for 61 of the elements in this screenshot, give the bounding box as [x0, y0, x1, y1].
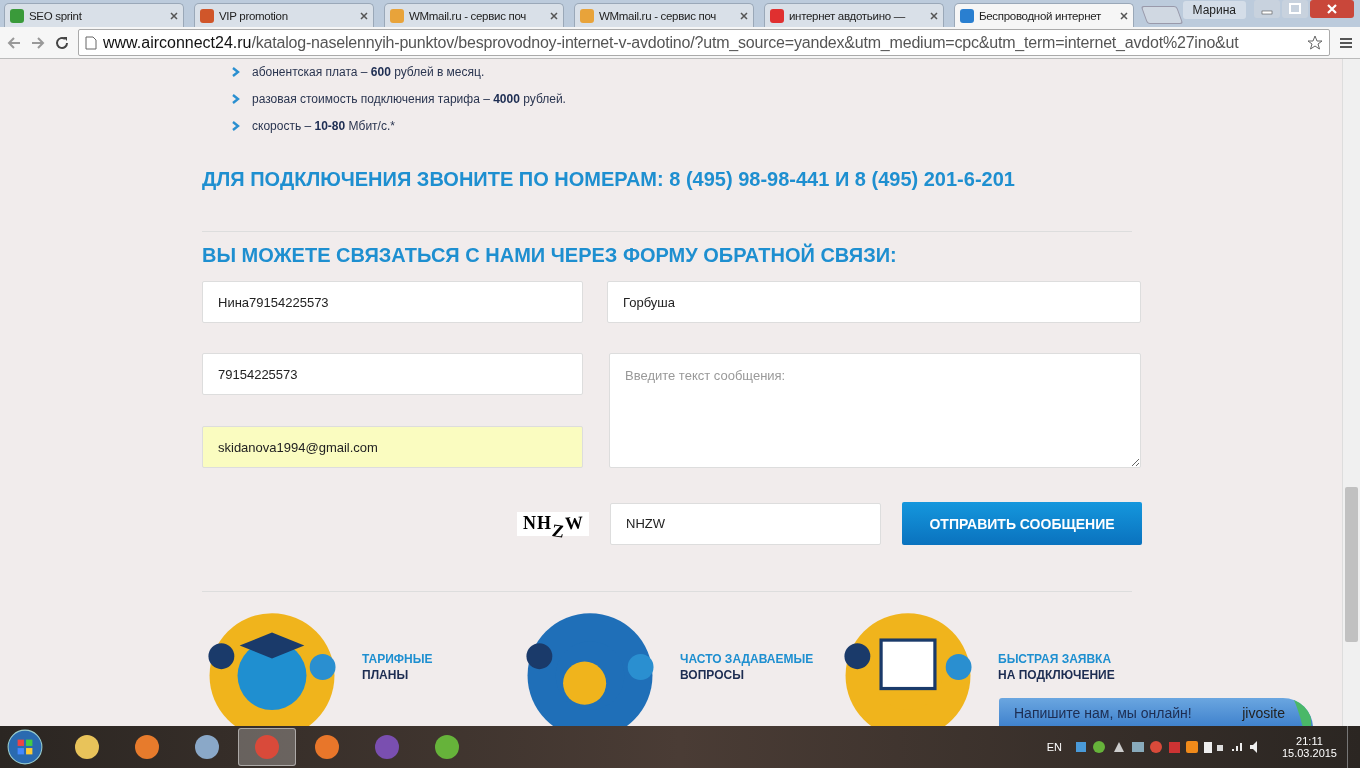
back-icon[interactable]	[6, 34, 22, 51]
bullet-text: разовая стоимость подключения тарифа – 4000 рублей.	[252, 91, 566, 106]
close-icon[interactable]	[1310, 0, 1354, 18]
browser-tab[interactable]: VIP promotion	[194, 3, 374, 27]
forward-icon[interactable]	[30, 34, 46, 51]
message-field[interactable]: Введите текст сообщения:	[609, 353, 1141, 468]
favicon-icon	[579, 7, 595, 24]
app-icon	[433, 733, 461, 761]
browser-tab[interactable]: WMmail.ru - сервис поч	[384, 3, 564, 27]
page-icon	[85, 35, 97, 50]
clock[interactable]: 21:11 15.03.2015	[1281, 735, 1337, 759]
close-icon[interactable]	[1119, 10, 1129, 21]
browser-tab[interactable]: SEO sprint	[4, 3, 184, 27]
close-icon[interactable]	[169, 10, 179, 21]
chevron-icon	[232, 93, 240, 104]
bullet-text: скорость – 10-80 Мбит/с.*	[252, 118, 395, 133]
favicon-icon	[769, 7, 785, 24]
app-icon	[373, 733, 401, 761]
browser-tab[interactable]: интернет авдотьино —	[764, 3, 944, 27]
app-icon	[193, 733, 221, 761]
start-button[interactable]	[6, 728, 44, 766]
favicon-icon	[199, 7, 215, 24]
address-bar[interactable]: www.airconnect24.ru/katalog-naselennyih-punktov/besprovodnoy-internet-v-avdotino/?utm_source=yandex&utm_medium=cpc&utm_term=internet_avdot%27ino&ut	[78, 29, 1330, 56]
app-icon	[253, 733, 281, 761]
feature-subtitle[interactable]: ВОПРОСЫ	[680, 668, 814, 682]
chat-brand: jivosite	[1242, 705, 1285, 721]
feature-subtitle[interactable]: ПЛАНЫ	[362, 668, 433, 682]
phone-field[interactable]: 79154225573	[202, 353, 583, 395]
bullet-text: абонентская плата – 600 рублей в месяц.	[252, 64, 485, 79]
app-icon	[73, 733, 101, 761]
language-indicator[interactable]: EN	[1046, 741, 1062, 753]
close-icon[interactable]	[549, 10, 559, 21]
clock-date: 15.03.2015	[1281, 747, 1337, 759]
close-icon[interactable]	[929, 10, 939, 21]
chevron-icon	[232, 120, 240, 131]
captcha-field[interactable]: NHZW	[610, 502, 881, 545]
star-icon[interactable]	[1307, 34, 1323, 51]
chat-text: Напишите нам, мы онлайн!	[1014, 705, 1193, 721]
chevron-icon	[232, 66, 240, 77]
phone-heading: ДЛЯ ПОДКЛЮЧЕНИЯ ЗВОНИТЕ ПО НОМЕРАМ: 8 (495) 98-98-441 И 8 (495) 201-6-201	[202, 168, 1016, 191]
favicon-icon	[389, 7, 405, 24]
email-field[interactable]: skidanova1994@gmail.com	[202, 426, 583, 468]
favicon-icon	[959, 7, 975, 24]
app-icon	[133, 733, 161, 761]
captcha-image: NH Z W	[517, 511, 589, 536]
scrollbar[interactable]	[1342, 59, 1360, 726]
close-icon[interactable]	[739, 10, 749, 21]
name-field[interactable]: Нина79154225573	[202, 281, 583, 323]
browser-tab[interactable]: WMmail.ru - сервис поч	[574, 3, 754, 27]
browser-tab[interactable]: Беспроводной интернет	[954, 3, 1134, 27]
surname-field[interactable]: Горбуша	[607, 281, 1141, 323]
clock-time: 21:11	[1296, 735, 1323, 747]
favicon-icon	[9, 7, 25, 24]
form-heading: ВЫ МОЖЕТЕ СВЯЗАТЬСЯ С НАМИ ЧЕРЕЗ ФОРМУ ОБРАТНОЙ СВЯЗИ:	[202, 244, 898, 267]
feature-subtitle[interactable]: НА ПОДКЛЮЧЕНИЕ	[998, 668, 1115, 682]
chat-widget[interactable]: Напишите нам, мы онлайн! jivosite	[999, 698, 1313, 726]
submit-button[interactable]: ОТПРАВИТЬ СООБЩЕНИЕ	[902, 502, 1142, 545]
close-icon[interactable]	[359, 10, 369, 21]
app-icon	[313, 733, 341, 761]
profile-button[interactable]: Марина	[1182, 1, 1246, 19]
reload-icon[interactable]	[54, 34, 70, 51]
